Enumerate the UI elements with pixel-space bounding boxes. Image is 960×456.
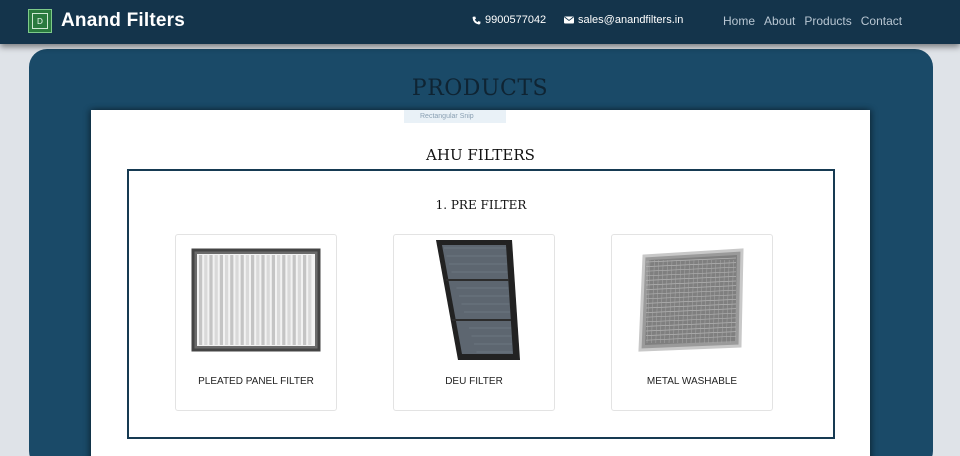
- brand[interactable]: D Anand Filters: [28, 8, 185, 34]
- product-card-pleated-panel-filter[interactable]: PLEATED PANEL FILTER: [175, 234, 337, 411]
- nav-products[interactable]: Products: [804, 14, 851, 28]
- main-nav: Home About Products Contact: [723, 14, 911, 28]
- top-navbar: D Anand Filters 9900577042 sales@anandfi…: [0, 0, 960, 44]
- logo-icon: D: [28, 9, 52, 33]
- product-name: PLEATED PANEL FILTER: [198, 376, 314, 387]
- products-card: AHU FILTERS 1. PRE FILTER PLEATED PANEL …: [91, 110, 870, 456]
- page-title: PRODUCTS: [411, 76, 549, 101]
- subsection-title: 1. PRE FILTER: [435, 198, 527, 212]
- phone-number: 9900577042: [485, 14, 547, 26]
- product-card-deu-filter[interactable]: DEU FILTER: [393, 234, 555, 411]
- deu-filter-image: [394, 235, 554, 365]
- section-title: AHU FILTERS: [426, 146, 535, 164]
- nav-about[interactable]: About: [764, 14, 795, 28]
- pre-filter-section: 1. PRE FILTER PLEATED PANEL FILTER DEU F…: [127, 169, 835, 439]
- product-name: METAL WASHABLE: [646, 376, 738, 387]
- nav-home[interactable]: Home: [723, 14, 755, 28]
- logo-letter: D: [32, 13, 48, 29]
- phone-icon: [472, 16, 481, 25]
- phone-contact[interactable]: 9900577042: [472, 14, 546, 26]
- nav-contact[interactable]: Contact: [861, 14, 902, 28]
- snip-tooltip: Rectangular Snip: [404, 110, 506, 123]
- pleated-panel-filter-image: [176, 235, 336, 365]
- product-name: DEU FILTER: [445, 376, 503, 387]
- email-contact[interactable]: sales@anandfilters.in: [564, 14, 683, 26]
- envelope-icon: [564, 16, 574, 24]
- email-address: sales@anandfilters.in: [578, 14, 684, 26]
- product-card-metal-washable[interactable]: METAL WASHABLE: [611, 234, 773, 411]
- metal-washable-image: [612, 235, 772, 365]
- brand-name: Anand Filters: [61, 10, 186, 31]
